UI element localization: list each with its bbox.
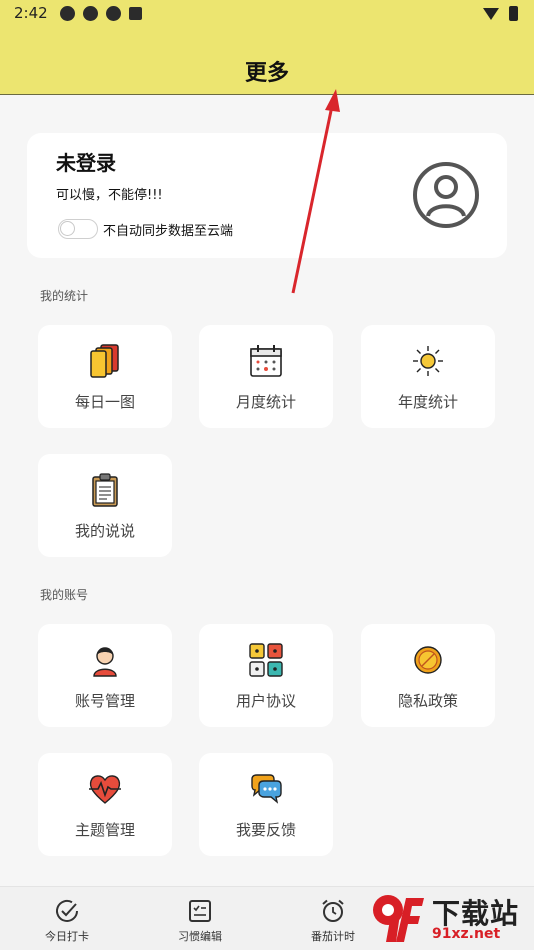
tab-today-checkin[interactable]: 今日打卡 [12, 887, 122, 950]
tile-label: 隐私政策 [397, 692, 458, 710]
sync-toggle[interactable] [58, 219, 98, 239]
sun-icon [413, 346, 443, 376]
heart-pulse-icon [89, 775, 121, 804]
tile-feedback[interactable]: 我要反馈 [199, 753, 333, 856]
sync-label: 不自动同步数据至云端 [103, 224, 234, 239]
page-title: 更多 [244, 61, 289, 86]
login-card[interactable]: 未登录 可以慢，不能停!!! 不自动同步数据至云端 [27, 133, 507, 258]
wifi-icon [483, 7, 499, 20]
avatar-icon[interactable] [412, 161, 480, 229]
motto-text: 可以慢，不能停!!! [56, 188, 163, 203]
app-header: 2:42 更多 [0, 0, 534, 95]
notification-icon [83, 6, 98, 21]
notification-icon [129, 7, 142, 20]
tile-privacy-policy[interactable]: 隐私政策 [361, 624, 495, 727]
tile-yearly-stats[interactable]: 年度统计 [361, 325, 495, 428]
toggle-knob [60, 221, 75, 236]
tile-label: 账号管理 [74, 692, 135, 710]
login-status[interactable]: 未登录 [56, 147, 116, 176]
calendar-icon [250, 345, 282, 377]
watermark-domain: 91xz.net [432, 926, 501, 942]
user-icon [93, 647, 117, 677]
tile-theme-management[interactable]: 主题管理 [38, 753, 172, 856]
chat-icon [251, 774, 282, 804]
tile-label: 主题管理 [74, 821, 135, 839]
status-bar: 2:42 [0, 0, 534, 28]
clipboard-icon [92, 473, 118, 507]
status-time: 2:42 [14, 4, 48, 22]
tab-label: 习惯编辑 [178, 930, 222, 943]
tab-label: 今日打卡 [45, 930, 89, 943]
tile-account-management[interactable]: 账号管理 [38, 624, 172, 727]
checklist-icon [189, 900, 211, 922]
alarm-icon [322, 899, 344, 922]
section-title-account: 我的账号 [40, 588, 89, 602]
tile-label: 年度统计 [397, 393, 458, 411]
tile-daily-picture[interactable]: 每日一图 [38, 325, 172, 428]
section-title-stats: 我的统计 [40, 289, 89, 303]
tile-label: 每日一图 [74, 393, 135, 411]
tile-monthly-stats[interactable]: 月度统计 [199, 325, 333, 428]
tile-label: 我要反馈 [235, 821, 296, 839]
notification-icon [60, 6, 75, 21]
tab-habit-edit[interactable]: 习惯编辑 [145, 887, 255, 950]
watermark-logo-icon [373, 895, 424, 942]
notification-icon [106, 6, 121, 21]
check-circle-icon [56, 899, 78, 922]
tile-my-posts[interactable]: 我的说说 [38, 454, 172, 557]
cards-icon [90, 344, 119, 378]
grid-icon [249, 643, 283, 677]
tile-label: 月度统计 [235, 393, 296, 411]
battery-icon [509, 6, 518, 21]
watermark: 下载站 91xz.net [362, 886, 534, 950]
notification-icons [60, 6, 142, 21]
coin-icon [414, 646, 442, 674]
tile-label: 我的说说 [74, 522, 135, 540]
tile-label: 用户协议 [235, 692, 296, 710]
tile-user-agreement[interactable]: 用户协议 [199, 624, 333, 727]
